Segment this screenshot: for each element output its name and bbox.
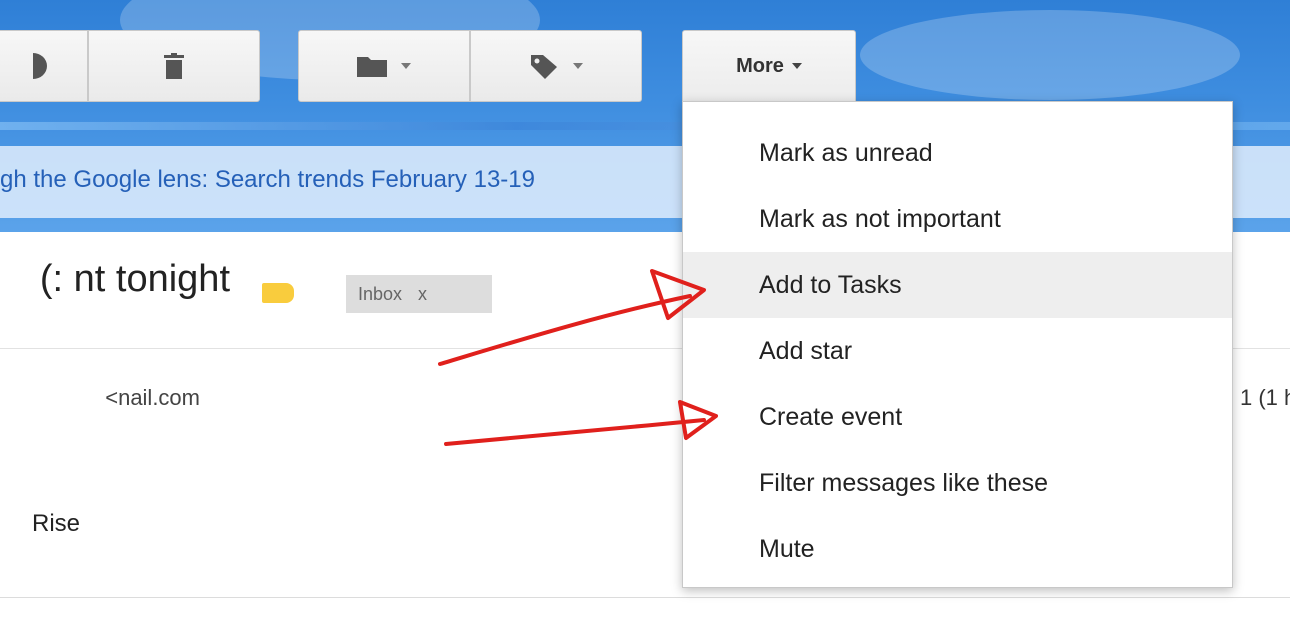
menu-item-label: Add to Tasks <box>759 270 902 299</box>
menu-item-mute[interactable]: Mute <box>683 516 1232 582</box>
menu-item-add-star[interactable]: Add star <box>683 318 1232 384</box>
chevron-down-icon <box>791 63 802 69</box>
message-date: 1 (1 h <box>1240 385 1290 410</box>
more-button-label: More <box>736 54 784 77</box>
delete-button[interactable] <box>88 30 260 102</box>
annotation-arrow-line <box>444 418 706 446</box>
inbox-label-text: Inbox <box>358 283 403 304</box>
move-to-folder-icon <box>357 57 387 77</box>
more-dropdown-menu: Mark as unread Mark as not important Add… <box>682 101 1233 588</box>
menu-item-label: Mark as unread <box>759 138 933 167</box>
header-cloud-decoration <box>860 10 1240 100</box>
inbox-label-chip: Inbox x <box>346 275 492 313</box>
more-button[interactable]: More <box>682 30 856 102</box>
menu-item-label: Mark as not important <box>759 204 1001 233</box>
chevron-down-icon <box>401 63 411 69</box>
menu-item-label: Filter messages like these <box>759 468 1049 497</box>
thread-subject: nt tonight :) <box>39 258 230 300</box>
remove-label-button[interactable]: x <box>418 284 427 305</box>
archive-button[interactable] <box>0 30 88 102</box>
important-marker-icon[interactable] <box>262 283 294 303</box>
menu-item-label: Add star <box>759 336 853 365</box>
web-clip-link[interactable]: gh the Google lens: Search trends Februa… <box>0 166 690 200</box>
menu-item-create-event[interactable]: Create event <box>683 384 1232 450</box>
labels-button[interactable] <box>470 30 642 102</box>
move-to-button[interactable] <box>298 30 470 102</box>
menu-item-label: Mute <box>759 534 815 563</box>
labels-icon <box>531 55 557 79</box>
chevron-down-icon <box>573 63 583 69</box>
sender-email: nail.com> <box>105 385 200 410</box>
menu-item-mark-as-unread[interactable]: Mark as unread <box>683 120 1232 186</box>
menu-item-filter-messages[interactable]: Filter messages like these <box>683 450 1232 516</box>
delete-icon <box>164 53 184 79</box>
message-body-text: Rise <box>31 510 80 537</box>
menu-item-mark-as-not-important[interactable]: Mark as not important <box>683 186 1232 252</box>
divider <box>0 597 1290 598</box>
menu-item-add-to-tasks[interactable]: Add to Tasks <box>683 252 1232 318</box>
archive-icon <box>33 53 47 79</box>
menu-item-label: Create event <box>759 402 903 431</box>
